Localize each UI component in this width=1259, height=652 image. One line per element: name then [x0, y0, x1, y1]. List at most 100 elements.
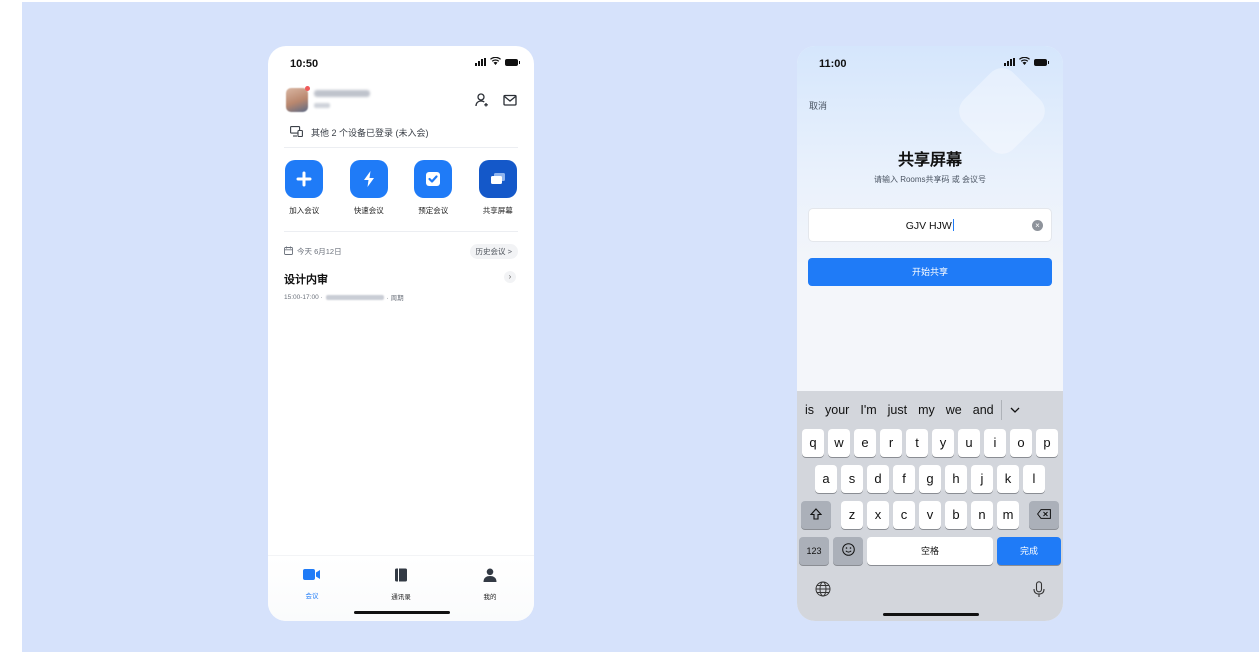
clear-input-icon[interactable]: × [1032, 220, 1043, 231]
contacts-book-icon [394, 568, 408, 587]
suggestion[interactable]: is [805, 403, 814, 417]
shift-key[interactable] [801, 501, 831, 529]
key[interactable]: m [997, 501, 1019, 529]
suggestion[interactable]: and [973, 403, 994, 417]
key[interactable]: r [880, 429, 902, 457]
key[interactable]: w [828, 429, 850, 457]
profile-header[interactable] [284, 86, 518, 116]
status-indicators [1004, 56, 1049, 67]
share-code-input[interactable]: GJV HJW × [808, 208, 1052, 242]
meeting-meta: 15:00-17:00 · · 周期 [284, 292, 518, 303]
quick-actions: 加入会议 快速会议 预定会议 共享屏幕 [272, 160, 530, 216]
share-screen-button[interactable]: 共享屏幕 [468, 160, 528, 216]
header-actions [474, 92, 518, 108]
key[interactable]: z [841, 501, 863, 529]
suggestion[interactable]: your [825, 403, 849, 417]
cancel-button[interactable]: 取消 [809, 99, 827, 112]
meeting-list-item[interactable]: 设计内审 15:00-17:00 · · 周期 › [284, 271, 518, 305]
key[interactable]: f [893, 465, 915, 493]
quick-meeting-button[interactable]: 快速会议 [339, 160, 399, 216]
keyboard-bottom-bar [815, 581, 1045, 603]
key[interactable]: y [932, 429, 954, 457]
keyboard-row-1: q w e r t y u i o p [797, 429, 1063, 457]
key[interactable]: x [867, 501, 889, 529]
microphone-icon[interactable] [1033, 581, 1045, 603]
status-time: 10:50 [290, 58, 319, 70]
key[interactable]: c [893, 501, 915, 529]
page-subtitle: 请输入 Rooms共享码 或 会议号 [873, 175, 986, 184]
today-date: 今天 6月12日 [284, 246, 342, 257]
key[interactable]: l [1023, 465, 1045, 493]
battery-icon [505, 58, 520, 66]
keyboard-row-3: z x c v b n m [797, 501, 1063, 529]
key[interactable]: d [867, 465, 889, 493]
chevron-right-icon[interactable]: › [504, 271, 516, 283]
key[interactable]: o [1010, 429, 1032, 457]
history-meetings-button[interactable]: 历史会议 > [469, 243, 518, 259]
tab-contacts[interactable]: 通讯录 [381, 568, 421, 601]
backspace-key[interactable] [1029, 501, 1059, 529]
blurred-username [314, 90, 370, 97]
key[interactable]: h [945, 465, 967, 493]
key[interactable]: k [997, 465, 1019, 493]
meeting-title: 设计内审 [284, 274, 328, 286]
text-cursor [952, 219, 955, 231]
space-key[interactable]: 空格 [867, 537, 993, 565]
status-indicators [475, 56, 520, 67]
key[interactable]: j [971, 465, 993, 493]
suggestion[interactable]: my [918, 403, 935, 417]
tab-label: 通讯录 [391, 594, 411, 601]
tab-meetings[interactable]: 会议 [292, 568, 332, 600]
globe-icon[interactable] [815, 581, 831, 603]
lightning-icon [349, 160, 388, 198]
join-meeting-button[interactable]: 加入会议 [274, 160, 334, 216]
key[interactable]: u [958, 429, 980, 457]
key[interactable]: t [906, 429, 928, 457]
wifi-icon [1019, 56, 1030, 67]
tab-profile[interactable]: 我的 [470, 568, 510, 601]
devices-icon [290, 126, 303, 139]
add-contact-icon[interactable] [474, 92, 490, 108]
key[interactable]: i [984, 429, 1006, 457]
home-indicator[interactable] [883, 613, 979, 616]
key[interactable]: v [919, 501, 941, 529]
number-key[interactable]: 123 [799, 537, 829, 565]
canvas-background: 10:50 其他 2 个设备已登录 (未入会) 加入会议 快速会议 预定会议 共… [22, 2, 1259, 652]
status-bar: 10:50 [268, 46, 534, 80]
schedule-meeting-button[interactable]: 预定会议 [403, 160, 463, 216]
bottom-tab-bar: 会议 通讯录 我的 [268, 555, 534, 621]
key[interactable]: b [945, 501, 967, 529]
plus-icon [285, 160, 324, 198]
logged-in-devices-notice[interactable]: 其他 2 个设备已登录 (未入会) [290, 126, 429, 139]
cellular-signal-icon [475, 58, 486, 66]
devices-notice-text: 其他 2 个设备已登录 (未入会) [311, 128, 429, 138]
chevron-down-icon[interactable] [1010, 405, 1020, 416]
key[interactable]: s [841, 465, 863, 493]
video-icon [303, 568, 321, 586]
tab-label: 我的 [483, 594, 497, 601]
keyboard-row-4: 123 空格 完成 [797, 537, 1063, 565]
action-label: 加入会议 [289, 206, 320, 215]
predictive-bar: is your I'm just my we and [797, 391, 1063, 429]
start-sharing-button[interactable]: 开始共享 [808, 258, 1052, 286]
key[interactable]: a [815, 465, 837, 493]
key[interactable]: n [971, 501, 993, 529]
done-key[interactable]: 完成 [997, 537, 1061, 565]
suggestion[interactable]: we [946, 403, 962, 417]
action-label: 预定会议 [418, 206, 449, 215]
suggestion[interactable]: just [888, 403, 907, 417]
key[interactable]: q [802, 429, 824, 457]
share-code-value[interactable]: GJV HJW [809, 219, 1051, 232]
tab-label: 会议 [305, 593, 319, 600]
suggestion[interactable]: I'm [860, 403, 876, 417]
key[interactable]: g [919, 465, 941, 493]
page-title: 共享屏幕 [897, 152, 962, 169]
avatar[interactable] [286, 88, 308, 112]
action-label: 共享屏幕 [482, 206, 513, 215]
key[interactable]: e [854, 429, 876, 457]
key[interactable]: p [1036, 429, 1058, 457]
meeting-time: 15:00-17:00 · [284, 293, 323, 301]
mail-icon[interactable] [502, 92, 518, 108]
home-indicator[interactable] [354, 611, 450, 614]
emoji-icon[interactable] [833, 537, 863, 565]
